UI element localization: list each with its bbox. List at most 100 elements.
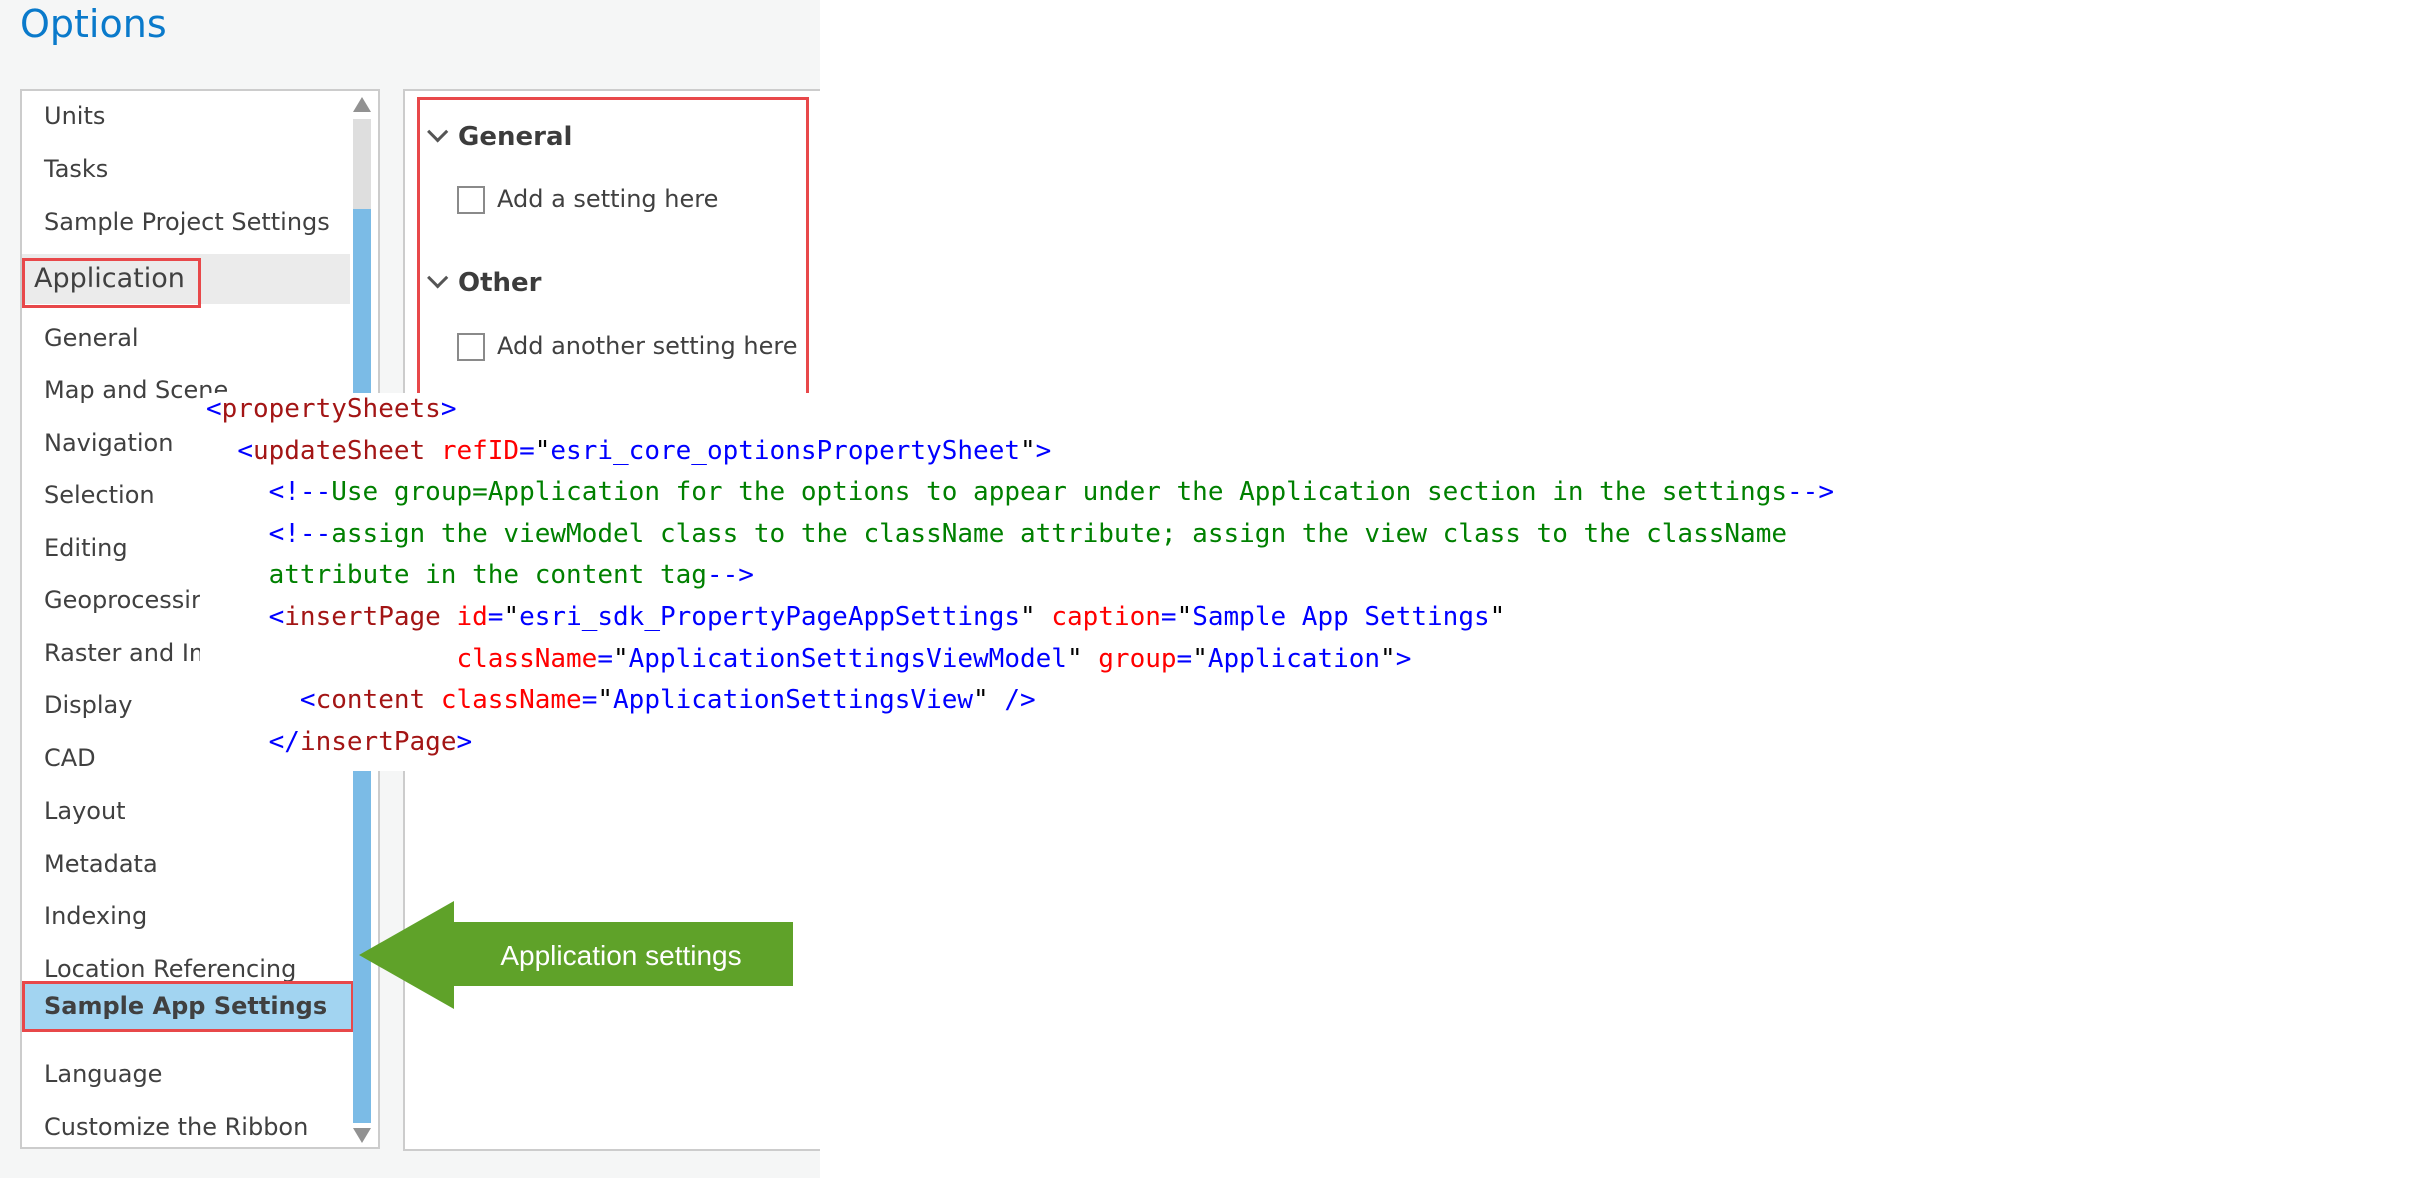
code-token: esri_sdk_PropertyPageAppSettings [519,601,1021,632]
application-settings-callout: Application settings [359,901,793,1009]
dialog-title: Options [20,2,167,46]
section-header-general[interactable]: General [427,119,573,155]
scroll-up-arrow-icon[interactable] [353,97,371,112]
list-item-editing[interactable]: Editing [44,523,128,573]
setting-label: Add a setting here [497,185,719,213]
section-title: Other [458,268,542,298]
list-item-display[interactable]: Display [44,680,132,730]
setting-label: Add another setting here [497,332,798,360]
list-item-indexing[interactable]: Indexing [44,891,147,941]
list-item-geoprocessing[interactable]: Geoprocessir [44,575,201,625]
code-token: > [440,394,457,424]
code-token: refID [440,435,520,466]
code-token: = [1160,601,1177,632]
code-token: < [268,601,285,632]
code-token: > [1395,643,1412,674]
code-token: > [456,726,473,757]
code-token: = [1176,643,1193,674]
code-token: < [237,435,253,466]
code-token: className [456,643,598,674]
code-token: className [440,685,582,716]
code-token: insertPage [299,726,457,757]
list-item-tasks[interactable]: Tasks [44,144,108,194]
add-another-setting-checkbox[interactable] [457,333,485,361]
code-token: <!-- [268,477,332,508]
code-line: <updateSheet refID="esri_core_optionsPro… [206,431,1834,473]
code-token: = [487,601,504,632]
list-item-sample-project-settings[interactable]: Sample Project Settings [44,197,330,247]
code-line: <insertPage id="esri_sdk_PropertyPageApp… [206,597,1834,639]
code-token: < [206,394,222,424]
list-item-metadata[interactable]: Metadata [44,839,158,889]
list-item-raster-and-imagery[interactable]: Raster and Im [44,628,212,678]
code-token: = [581,685,598,716]
code-token: " [1192,643,1208,674]
code-line: <!--assign the viewModel class to the cl… [206,514,1834,556]
code-token: " [973,685,1005,716]
code-token: --> [706,560,754,591]
code-token: updateSheet [252,435,426,466]
list-item-general[interactable]: General [44,313,139,363]
code-token: esri_core_optionsPropertySheet [550,435,1021,466]
code-line: </insertPage> [206,722,1834,764]
code-token: > [1035,435,1052,466]
code-token: = [597,643,613,674]
code-token: " [534,435,551,466]
list-item-selection[interactable]: Selection [44,470,155,520]
group-header-label: Application [34,263,185,294]
code-token: " [1380,643,1396,674]
group-header-application: Application [22,254,350,304]
code-token: propertySheets [221,394,441,424]
selected-item-label: Sample App Settings [44,992,328,1020]
code-token: --> [1787,477,1834,508]
code-token: </ [268,726,300,757]
code-token: " [597,685,614,716]
code-token: group [1098,643,1177,674]
code-line: <content className="ApplicationSettingsV… [206,680,1834,722]
code-token: insertPage [284,601,441,632]
code-token: " [1066,643,1099,674]
code-line: <propertySheets> [206,389,1834,431]
code-token: " [1020,435,1036,466]
list-item-layout[interactable]: Layout [44,786,126,836]
section-header-other[interactable]: Other [427,265,542,301]
setting-row-add-another-setting: Add another setting here [457,328,798,364]
setting-row-add-a-setting: Add a setting here [457,181,718,217]
code-token: ApplicationSettingsView [613,685,974,716]
list-item-cad[interactable]: CAD [44,733,96,783]
list-item-units[interactable]: Units [44,91,105,141]
code-token: assign the viewModel class to the classN… [331,518,1788,549]
code-token: Use group=Application for the options to… [331,477,1788,508]
code-line: className="ApplicationSettingsViewModel"… [206,639,1834,681]
list-item-sample-app-settings[interactable]: Sample App Settings [22,981,354,1032]
code-token: = [519,435,535,466]
code-token: /> [1004,685,1036,716]
code-token: <!-- [268,518,332,549]
scroll-down-arrow-icon[interactable] [353,1128,371,1143]
callout-label: Application settings [500,940,741,971]
list-item-map-and-scene[interactable]: Map and Scene [44,365,228,415]
list-item-navigation[interactable]: Navigation [44,418,173,468]
code-token: content [315,685,426,716]
code-token: Application [1207,643,1381,674]
code-token: < [299,685,316,716]
section-title: General [458,122,573,152]
code-token: " [1020,601,1052,632]
code-token: " [503,601,520,632]
code-token: id [456,601,488,632]
add-a-setting-checkbox[interactable] [457,186,485,214]
code-token: caption [1051,601,1161,632]
code-line: attribute in the content tag--> [206,555,1834,597]
list-item-customize-the-ribbon[interactable]: Customize the Ribbon [44,1102,308,1147]
list-item-language[interactable]: Language [44,1049,162,1099]
